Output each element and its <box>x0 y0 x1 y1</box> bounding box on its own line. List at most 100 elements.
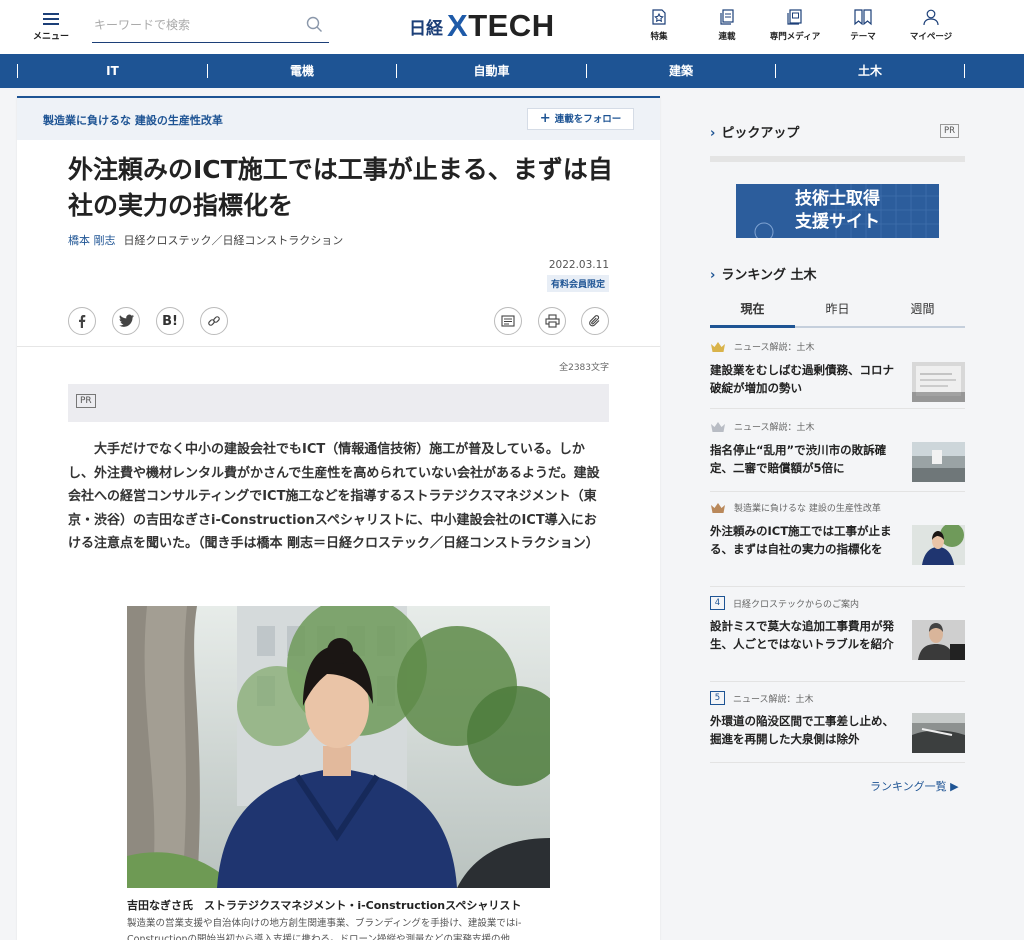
ranking-thumbnail[interactable] <box>912 362 965 402</box>
ranking-title[interactable]: 建設業をむしばむ過剰債務、コロナ破綻が増加の勢い <box>710 362 895 397</box>
printer-icon <box>544 314 560 328</box>
article-headline: 外注頼みのICT施工では工事が止まる、まずは自社の実力の指標化を <box>68 155 613 220</box>
chevron-right-icon: › <box>710 268 716 283</box>
hamburger-icon <box>43 13 59 25</box>
ranking-item[interactable]: 5 ニュース解説：土木 外環道の陥没区間で工事差し止め、掘進を再開した大泉側は除… <box>710 691 965 763</box>
divider <box>17 346 660 347</box>
search-box <box>92 12 329 43</box>
members-only-badge: 有料会員限定 <box>546 275 609 292</box>
category-automotive[interactable]: 自動車 <box>397 54 586 88</box>
ranking-thumbnail[interactable] <box>912 525 965 565</box>
publish-date: 2022.03.11 <box>548 259 609 271</box>
document-icon <box>501 315 515 327</box>
copy-link-button[interactable] <box>200 307 228 335</box>
tab-weekly[interactable]: 週間 <box>880 298 965 326</box>
category-architecture[interactable]: 建築 <box>587 54 775 88</box>
pr-ad-slot[interactable]: PR <box>68 384 609 422</box>
photo-caption-name: 吉田なぎさ氏 ストラテジクスマネジメント・i-Constructionスペシャリ… <box>127 899 522 912</box>
nav-feature-label: 特集 <box>650 32 668 42</box>
tab-now[interactable]: 現在 <box>710 298 795 328</box>
hatena-bookmark-icon: B! <box>162 313 178 329</box>
bronze-crown-icon <box>711 502 725 513</box>
banner-text: 技術士取得 支援サイト <box>795 189 880 232</box>
paperclip-icon <box>589 315 600 327</box>
follow-label: 連載をフォロー <box>554 114 622 125</box>
logo-nikkei: 日経 <box>409 18 443 39</box>
search-input[interactable] <box>92 12 292 38</box>
pickup-divider <box>710 156 965 162</box>
menu-label: メニュー <box>32 32 69 42</box>
ranking-title[interactable]: 指名停止“乱用”で渋川市の敗訴確定、二審で賠償額が5倍に <box>710 442 895 477</box>
ranking-thumbnail[interactable] <box>912 713 965 753</box>
category-electronics[interactable]: 電機 <box>208 54 396 88</box>
print-button[interactable] <box>538 307 566 335</box>
tab-yesterday[interactable]: 昨日 <box>795 298 880 326</box>
ranking-meta: ニュース解説：土木 <box>710 420 815 433</box>
ranking-item[interactable]: 製造業に負けるな 建設の生産性改革 外注頼みのICT施工では工事が止まる、まずは… <box>710 501 965 587</box>
photo-caption-description: 製造業の営業支援や自治体向けの地方創生関連事業、ブランディングを手掛け、建設業で… <box>127 918 522 940</box>
site-logo[interactable]: 日経 XTECH <box>409 8 555 44</box>
series-header: 製造業に負けるな 建設の生産性改革 + 連載をフォロー <box>17 98 660 140</box>
ranking-thumbnail[interactable] <box>912 442 965 482</box>
clip-article-button[interactable] <box>581 307 609 335</box>
category-separator <box>964 64 965 78</box>
plus-icon: + <box>539 111 551 126</box>
ranking-item[interactable]: ニュース解説：土木 建設業をむしばむ過剰債務、コロナ破綻が増加の勢い <box>710 340 965 409</box>
reader-view-button[interactable] <box>494 307 522 335</box>
category-civil-engineering[interactable]: 土木 <box>776 54 964 88</box>
pr-tag: PR <box>76 394 96 408</box>
ranking-item[interactable]: 4 日経クロステックからのご案内 設計ミスで莫大な追加工事費用が発生、人ごとでは… <box>710 596 965 682</box>
ranking-item[interactable]: ニュース解説：土木 指名停止“乱用”で渋川市の敗訴確定、二審で賠償額が5倍に <box>710 420 965 492</box>
article-lede: 大手だけでなく中小の建設会社でもICT（情報通信技術）施工が普及している。しかし… <box>68 442 600 552</box>
top-header: メニュー 日経 XTECH 特集 連載 専門メディア テーマ マイページ <box>0 0 1024 54</box>
ranking-heading: › ランキング 土木 <box>710 268 817 283</box>
author-link[interactable]: 橋本 剛志 <box>68 234 116 247</box>
category-nav: IT 電機 自動車 建築 土木 <box>0 54 1024 88</box>
article-card: 製造業に負けるな 建設の生産性改革 + 連載をフォロー 外注頼みのICT施工では工… <box>17 96 660 940</box>
rank-number: 4 <box>710 596 725 610</box>
nav-mypage-label: マイページ <box>909 32 953 42</box>
ranking-meta: 5 ニュース解説：土木 <box>710 691 814 705</box>
nav-feature[interactable]: 特集 <box>624 8 694 48</box>
publication: 日経クロステック／日経コンストラクション <box>123 234 344 247</box>
ranking-more-link[interactable]: ランキング一覧 ▶ <box>870 778 959 794</box>
twitter-share-button[interactable] <box>112 307 140 335</box>
search-icon[interactable] <box>306 16 323 37</box>
nav-media-label: 専門メディア <box>769 32 821 42</box>
nav-theme[interactable]: テーマ <box>828 8 898 48</box>
ranking-title[interactable]: 外注頼みのICT施工では工事が止まる、まずは自社の実力の指標化を <box>710 523 895 558</box>
pickup-heading: › ピックアップ <box>710 126 800 141</box>
gold-crown-icon <box>711 341 725 352</box>
ranking-title[interactable]: 外環道の陥没区間で工事差し止め、掘進を再開した大泉側は除外 <box>710 713 895 748</box>
byline: 橋本 剛志 日経クロステック／日経コンストラクション <box>68 232 343 248</box>
nav-series[interactable]: 連載 <box>692 8 762 48</box>
engineer-exam-banner[interactable]: 技術士取得 支援サイト <box>736 184 939 238</box>
facebook-share-button[interactable] <box>68 307 96 335</box>
word-count: 全2383文字 <box>559 363 609 373</box>
facebook-icon <box>79 315 86 328</box>
user-icon <box>923 9 939 26</box>
menu-button[interactable]: メニュー <box>30 10 72 42</box>
silver-crown-icon <box>711 421 725 432</box>
link-icon <box>208 316 220 326</box>
category-it[interactable]: IT <box>18 54 207 88</box>
ranking-title[interactable]: 設計ミスで莫大な追加工事費用が発生、人ごとではないトラブルを紹介 <box>710 618 895 653</box>
logo-xtech: XTECH <box>447 8 555 43</box>
nav-mypage[interactable]: マイページ <box>896 8 966 48</box>
pr-tag: PR <box>940 124 960 138</box>
ranking-meta: 4 日経クロステックからのご案内 <box>710 596 859 610</box>
interviewee-photo <box>127 606 550 888</box>
rank-number: 5 <box>710 691 725 705</box>
hatena-bookmark-button[interactable]: B! <box>156 307 184 335</box>
chevron-right-icon: › <box>710 126 716 141</box>
nav-media[interactable]: 専門メディア <box>760 8 830 48</box>
star-document-icon <box>652 9 666 25</box>
series-title[interactable]: 製造業に負けるな 建設の生産性改革 <box>43 112 223 128</box>
ranking-tabs: 現在 昨日 週間 <box>710 298 965 328</box>
ranking-thumbnail[interactable] <box>912 620 965 660</box>
follow-series-button[interactable]: + 連載をフォロー <box>527 108 634 130</box>
ranking-meta: 製造業に負けるな 建設の生産性改革 <box>710 501 881 514</box>
bookmark-pair-icon <box>854 9 872 26</box>
nav-series-label: 連載 <box>718 32 736 42</box>
ranking-meta: ニュース解説：土木 <box>710 340 815 353</box>
